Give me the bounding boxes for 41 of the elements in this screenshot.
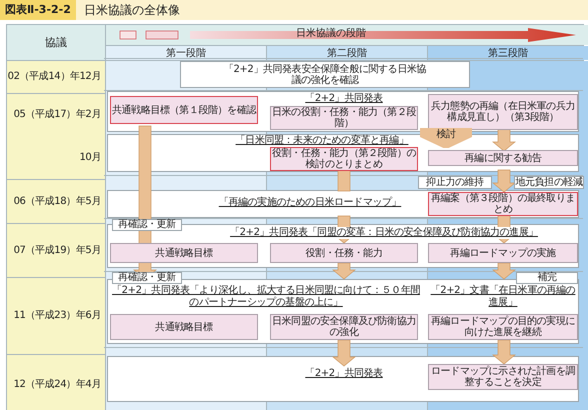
down-arrow (332, 340, 356, 366)
column-header: 第二段階 (267, 46, 427, 60)
note-tag: 再確認・更新 (112, 219, 182, 231)
date-label: 02（平成14）年12月 (8, 71, 101, 83)
down-arrow (332, 262, 356, 280)
note-tag: 補完 (516, 272, 578, 284)
event-box: ロードマップに示された計画を調整することを決定 (428, 364, 578, 390)
document-caption: 「2+2」共同発表「より深化し、拡大する日米同盟に向けて：５０年間のパートナーシップの基盤の上に」 (112, 285, 420, 309)
event-box: 再編に関する勧告 (428, 150, 578, 166)
date-label: 11（平成23）年6月 (14, 310, 101, 322)
date-label: 10月 (79, 152, 101, 164)
figure-title: 日米協議の全体像 (82, 2, 180, 18)
event-box: 共通戦略目標（第１段階）を確認 (110, 96, 258, 124)
event-box: 役割・任務・能力（第２段階）の検討のとりまとめ (270, 147, 418, 171)
stage-progress-label: 日米協議の段階 (296, 28, 366, 40)
down-arrow (492, 128, 516, 152)
event-box: 役割・任務・能力 (270, 243, 418, 263)
event-box: 再編ロードマップの実施 (428, 243, 578, 263)
down-arrow (492, 170, 516, 192)
down-arrow (492, 340, 516, 364)
date-label: 05（平成17）年2月 (14, 109, 101, 122)
event-box: 再編案（第３段階）の最終取りまとめ (428, 192, 578, 216)
corner-cell: 協議 (7, 25, 105, 60)
date-label: 06（平成18）年5月 (14, 196, 101, 208)
statement-box: 「2+2」共同発表安全保障全般に関する日米協議の強化を確認 (180, 61, 470, 88)
figure-number: 図表Ⅱ-3-2-2 (0, 0, 76, 20)
event-box: 再編ロードマップの目的の実現に向けた進展を継続 (428, 314, 578, 340)
event-box: 日米の役割・任務・能力（第２段階） (270, 106, 418, 130)
date-label: 07（平成19）年5月 (14, 244, 101, 256)
column-header: 第一段階 (106, 46, 266, 60)
note-tag: 再確認・更新 (112, 272, 182, 284)
event-box: 共通戦略目標 (110, 314, 258, 340)
note-tag: 地元負担の軽減 (514, 176, 584, 189)
column-header: 第三段階 (428, 46, 588, 60)
down-arrow (492, 262, 516, 280)
note-tag: 抑止力の維持 (418, 176, 492, 189)
event-box: 日米同盟の安全保障及び防衛協力の強化 (270, 314, 418, 340)
event-box: 兵力態勢の再編（在日米軍の兵力構成見直し）（第3段階） (428, 94, 578, 130)
date-label: 12（平成24）年4月 (14, 378, 101, 390)
document-caption: 「2+2」文書「在日米軍の再編の進展」 (428, 285, 578, 309)
event-box: 共通戦略目標 (110, 243, 258, 263)
